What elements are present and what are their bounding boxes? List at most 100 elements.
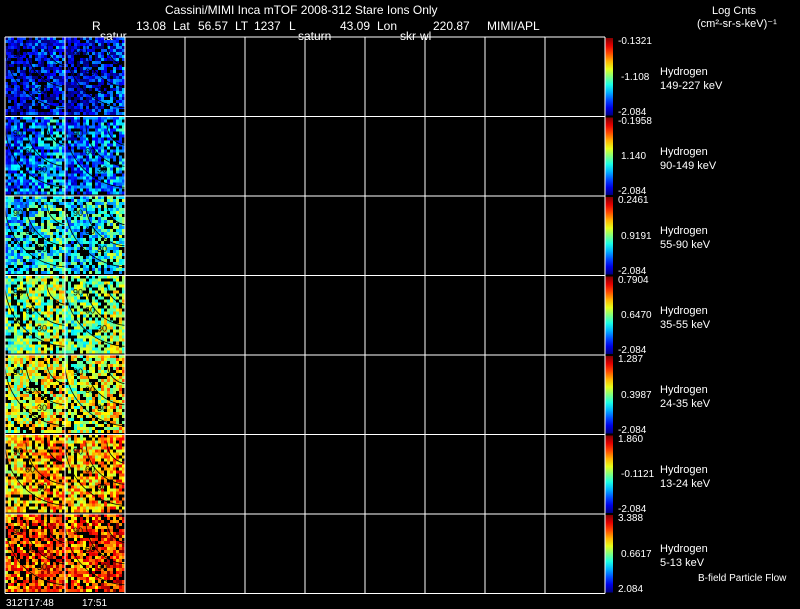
- heatmap-cell: [44, 55, 47, 58]
- heatmap-cell: [98, 205, 101, 208]
- heatmap-cell: [53, 191, 56, 195]
- heatmap-cell: [119, 488, 122, 492]
- heatmap-cell: [17, 185, 20, 189]
- heatmap-cell: [89, 317, 92, 321]
- heatmap-cell: [38, 461, 41, 465]
- heatmap-cell: [116, 409, 119, 412]
- heatmap-cell: [29, 106, 32, 109]
- heatmap-cell: [41, 430, 44, 433]
- heatmap-cell: [110, 476, 113, 480]
- heatmap-cell: [11, 199, 14, 202]
- heatmap-cell: [38, 176, 41, 180]
- heatmap-cell: [11, 341, 14, 345]
- heatmap-cell: [29, 238, 32, 241]
- heatmap-cell: [32, 364, 35, 367]
- heatmap-cell: [101, 284, 104, 288]
- heatmap-cell: [113, 223, 116, 226]
- heatmap-cell: [95, 140, 98, 144]
- heatmap-cell: [113, 361, 116, 364]
- heatmap-cell: [59, 268, 62, 271]
- heatmap-cell: [53, 238, 56, 241]
- heatmap-cell: [11, 241, 14, 244]
- heatmap-cell: [8, 199, 11, 202]
- heatmap-cell: [113, 367, 116, 370]
- heatmap-cell: [68, 376, 71, 379]
- heatmap-cell: [8, 284, 11, 288]
- heatmap-cell: [26, 191, 29, 195]
- heatmap-cell: [113, 293, 116, 297]
- heatmap-cell: [113, 103, 116, 106]
- heatmap-cell: [17, 94, 20, 97]
- heatmap-cell: [68, 412, 71, 415]
- heatmap-cell: [23, 61, 26, 64]
- heatmap-cell: [110, 235, 113, 238]
- heatmap-cell: [107, 388, 110, 391]
- heatmap-cell: [104, 211, 107, 214]
- heatmap-cell: [98, 40, 101, 43]
- heatmap-cell: [35, 421, 38, 424]
- heatmap-cell: [92, 397, 95, 400]
- heatmap-cell: [56, 317, 59, 321]
- heatmap-cell: [38, 140, 41, 144]
- heatmap-cell: [53, 440, 56, 444]
- heatmap-cell: [119, 479, 122, 483]
- heatmap-cell: [98, 500, 101, 504]
- heatmap-cell: [56, 43, 59, 46]
- heatmap-cell: [50, 497, 53, 501]
- heatmap-cell: [71, 103, 74, 106]
- heatmap-cell: [20, 223, 23, 226]
- heatmap-cell: [89, 278, 92, 282]
- heatmap-cell: [50, 308, 53, 312]
- heatmap-cell: [29, 58, 32, 61]
- heatmap-cell: [50, 164, 53, 168]
- heatmap-cell: [44, 376, 47, 379]
- heatmap-cell: [68, 482, 71, 486]
- heatmap-cell: [95, 202, 98, 205]
- heatmap-cell: [17, 314, 20, 318]
- heatmap-cell: [47, 232, 50, 235]
- heatmap-cell: [95, 79, 98, 82]
- heatmap-cell: [113, 46, 116, 49]
- heatmap-cell: [119, 52, 122, 55]
- heatmap-cell: [8, 85, 11, 88]
- heatmap-cell: [92, 40, 95, 43]
- heatmap-cell: [56, 128, 59, 132]
- heatmap-cell: [92, 119, 95, 123]
- heatmap-cell: [56, 427, 59, 430]
- heatmap-cell: [71, 262, 74, 265]
- heatmap-cell: [38, 302, 41, 306]
- heatmap-cell: [53, 473, 56, 477]
- heatmap-cell: [110, 199, 113, 202]
- heatmap-cell: [74, 223, 77, 226]
- heatmap-cell: [68, 320, 71, 324]
- heatmap-cell: [110, 122, 113, 126]
- heatmap-cell: [8, 125, 11, 129]
- heatmap-cell: [53, 326, 56, 330]
- heatmap-cell: [26, 350, 29, 354]
- heatmap-cell: [35, 262, 38, 265]
- heatmap-cell: [14, 323, 17, 327]
- heatmap-cell: [20, 179, 23, 183]
- heatmap-cell: [44, 415, 47, 418]
- heatmap-cell: [101, 361, 104, 364]
- heatmap-cell: [35, 158, 38, 162]
- heatmap-cell: [41, 350, 44, 354]
- heatmap-cell: [26, 479, 29, 483]
- heatmap-cell: [41, 199, 44, 202]
- heatmap-cell: [56, 40, 59, 43]
- heatmap-cell: [56, 397, 59, 400]
- heatmap-cell: [71, 278, 74, 282]
- heatmap-cell: [110, 256, 113, 259]
- heatmap-cell: [68, 244, 71, 247]
- heatmap-cell: [113, 262, 116, 265]
- heatmap-cell: [47, 308, 50, 312]
- heatmap-cell: [83, 214, 86, 217]
- heatmap-cell: [74, 482, 77, 486]
- heatmap-cell: [92, 188, 95, 192]
- heatmap-cell: [101, 125, 104, 129]
- heatmap-cell: [89, 320, 92, 324]
- heatmap-cell: [8, 479, 11, 483]
- heatmap-cell: [11, 220, 14, 223]
- heatmap-cell: [53, 430, 56, 433]
- heatmap-cell: [110, 143, 113, 147]
